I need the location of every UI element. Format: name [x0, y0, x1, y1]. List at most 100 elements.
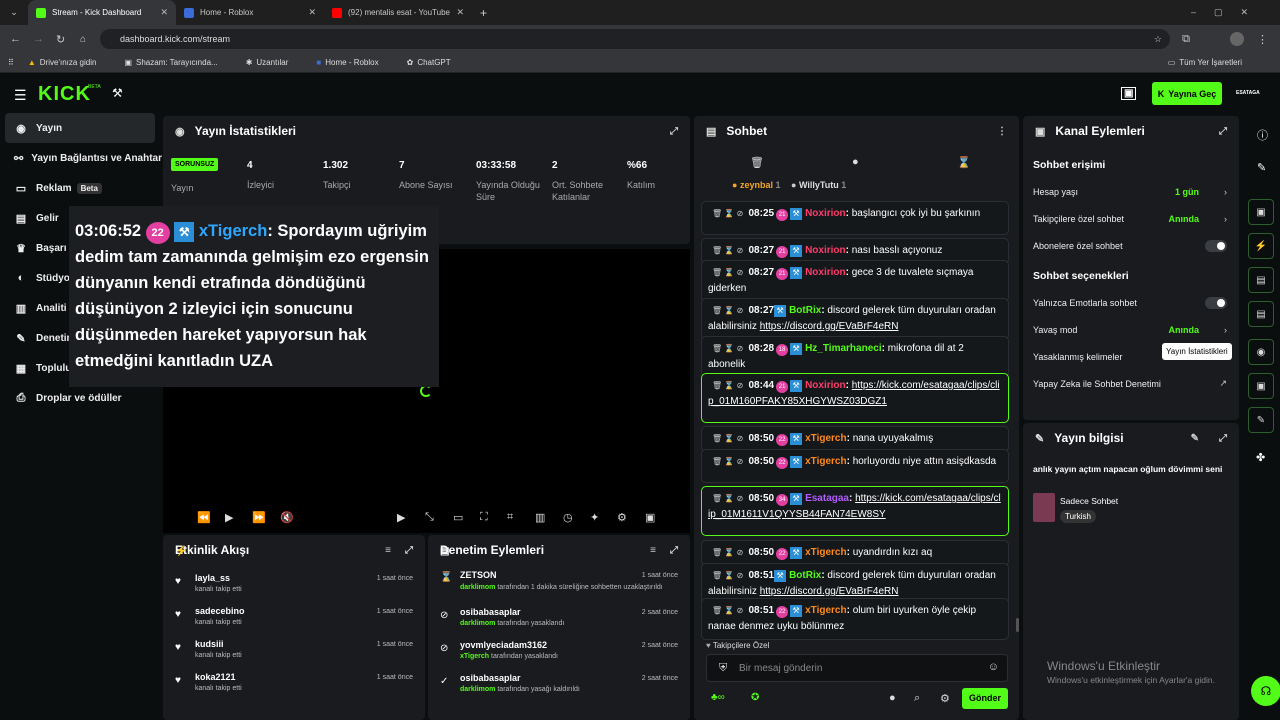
tab-roblox[interactable]: Home - Roblox ✕	[176, 0, 324, 25]
edit-icon[interactable]: ✎	[1191, 433, 1199, 444]
fast-forward-icon[interactable]: ⏩	[252, 511, 266, 524]
sidebar-item-label: Reklam	[36, 182, 72, 194]
emoji-icon[interactable]: ☺	[988, 661, 999, 673]
rail-button-chat[interactable]: ▤	[1248, 301, 1274, 327]
tab-title: Home - Roblox	[200, 8, 254, 17]
chat-icon: ▤	[706, 125, 717, 138]
hamburger-icon[interactable]: ☰	[14, 87, 27, 104]
sparkle-icon[interactable]: ✦	[590, 511, 599, 524]
rail-button-channel[interactable]: ▣	[1248, 373, 1274, 399]
expand-icon[interactable]: ⤢	[1219, 433, 1227, 444]
stats-overlay-icon[interactable]: ▥	[535, 511, 545, 524]
ai-moderation-row[interactable]: Yapay Zeka ile Sohbet Denetimi ↗	[1023, 370, 1239, 397]
close-icon[interactable]: ✕	[308, 7, 316, 18]
points-icon[interactable]: ♣∞	[711, 692, 725, 703]
sidebar-item-ads[interactable]: ▭ Reklam Beta	[0, 173, 160, 203]
rail-button-info[interactable]: ✎	[1248, 407, 1274, 433]
go-live-button[interactable]: K Yayına Geç	[1152, 82, 1222, 105]
forward-icon[interactable]: →	[33, 33, 44, 45]
trash-icon[interactable]: 🗑	[750, 156, 764, 169]
sidebar-item-stream-key[interactable]: ⚯ Yayın Bağlantısı ve Anahtar	[0, 143, 162, 173]
prediction-icon[interactable]: ✪	[751, 692, 759, 703]
theater-icon[interactable]: ▭	[453, 511, 463, 524]
expand-icon[interactable]: ⤢	[670, 545, 678, 556]
bookmark-star-icon[interactable]: ☆	[1154, 29, 1162, 49]
rail-button-activity[interactable]: ⚡	[1248, 233, 1274, 259]
filter-icon[interactable]: ≡	[385, 545, 391, 556]
user-menu[interactable]: ESATAGA	[1236, 90, 1260, 96]
camera-icon[interactable]: ▶	[397, 511, 405, 524]
expand-icon[interactable]: ⤢	[1219, 126, 1227, 137]
account-age-row[interactable]: Hesap yaşı 1 gün ›	[1023, 178, 1239, 205]
chat-bubble-icon[interactable]: ●	[889, 692, 896, 704]
rail-button-media[interactable]: ▣	[1248, 199, 1274, 225]
expand-icon[interactable]: ⤢	[405, 545, 413, 556]
message-link[interactable]: https://discord.gg/EVaBrF4eRN	[760, 586, 899, 597]
tab-search-icon[interactable]: ⌄	[0, 7, 28, 18]
layout-icon[interactable]: ▣	[645, 511, 655, 524]
rewind-icon[interactable]: ⏪	[197, 511, 211, 524]
rail-button-moderation[interactable]: ▤	[1248, 267, 1274, 293]
info-icon[interactable]: ⓘ	[1257, 127, 1268, 143]
home-icon[interactable]: ⌂	[80, 34, 86, 45]
apps-icon[interactable]: ⠿	[8, 58, 14, 67]
emotes-only-toggle[interactable]	[1205, 296, 1227, 309]
bookmark-chatgpt[interactable]: ✿ ChatGPT	[407, 58, 465, 67]
profile-avatar[interactable]	[1230, 32, 1244, 46]
reload-icon[interactable]: ↻	[56, 33, 65, 46]
tab-kick-dashboard[interactable]: Stream - Kick Dashboard ✕	[28, 0, 176, 25]
bookmark-extensions[interactable]: ✱ Uzantılar	[246, 58, 303, 67]
creator-icon[interactable]: ▣	[1121, 87, 1137, 100]
mod-action: tarafından yasaklandı	[495, 620, 565, 627]
extensions-icon[interactable]: ⧉	[1182, 33, 1190, 46]
menu-icon[interactable]: ⋮	[1257, 33, 1268, 46]
close-icon[interactable]: ✕	[456, 7, 464, 18]
bookmark-drive[interactable]: ▲ Drive'ınıza gidin	[28, 58, 111, 67]
fullscreen-icon[interactable]: ⛶	[480, 511, 488, 524]
chat-input[interactable]: ⛨ Bir mesaj gönderin ☺	[706, 654, 1008, 682]
crop-icon[interactable]: ⌗	[507, 511, 513, 524]
sidebar-item-drops[interactable]: ⎙ Droplar ve ödüller	[0, 383, 160, 413]
slow-mode-row[interactable]: Yavaş mod Anında ›	[1023, 316, 1239, 343]
tab-youtube[interactable]: (92) mentalis esat - YouTube ✕	[324, 0, 472, 25]
drive-icon: ▲	[27, 58, 36, 67]
new-tab-icon[interactable]: +	[480, 6, 487, 20]
url-field[interactable]: dashboard.kick.com/stream ☆	[100, 29, 1170, 49]
expand-icon[interactable]: ⤢	[670, 126, 678, 137]
help-chat-button[interactable]: ☊	[1251, 676, 1280, 706]
play-icon[interactable]: ▶	[225, 511, 233, 524]
puzzle-icon[interactable]: ✤	[1256, 451, 1265, 464]
close-icon[interactable]: ✕	[160, 7, 168, 18]
row-label: Takipçilere özel sohbet	[1033, 213, 1125, 224]
sidebar-item-stream[interactable]: ◉ Yayın	[5, 113, 155, 143]
all-bookmarks[interactable]: ▭ Tüm Yer İşaretleri	[1168, 58, 1256, 67]
message-time: 08:27	[748, 267, 775, 278]
search-icon[interactable]: ⌕	[914, 692, 920, 705]
rail-button-stats[interactable]: ◉	[1248, 339, 1274, 365]
back-icon[interactable]: ←	[10, 33, 21, 45]
message-time: 08:50	[748, 547, 775, 558]
send-button[interactable]: Gönder	[962, 688, 1008, 709]
row-label: Yalnızca Emotlarla sohbet	[1033, 297, 1137, 308]
clock-icon[interactable]: ◷	[563, 511, 573, 524]
chat-scrollbar[interactable]	[1016, 618, 1019, 632]
mod-badge-icon: ⚒	[790, 547, 803, 559]
bookmark-roblox[interactable]: ■ Home - Roblox	[316, 58, 392, 67]
gift-icon: ⎙	[16, 391, 26, 404]
kick-logo[interactable]: KICK	[38, 83, 91, 106]
filter-icon[interactable]: ≡	[650, 545, 656, 556]
speech-icon[interactable]: ●	[852, 156, 859, 168]
message-link[interactable]: https://discord.gg/EVaBrF4eRN	[760, 321, 899, 332]
hammer-icon[interactable]: ⚒	[112, 86, 123, 100]
bookmark-shazam[interactable]: ▣ Shazam: Tarayıcında...	[124, 58, 231, 67]
mute-icon[interactable]: 🔇	[280, 511, 294, 524]
settings-icon[interactable]: ⚙	[617, 511, 627, 524]
followers-only-row[interactable]: Takipçilere özel sohbet Anında ›	[1023, 205, 1239, 232]
kebab-menu-icon[interactable]: ⋮	[997, 126, 1007, 137]
resize-icon[interactable]: ⤡	[425, 511, 434, 524]
settings-icon[interactable]: ⚙	[940, 692, 950, 705]
hourglass-icon[interactable]: ⌛	[957, 156, 971, 169]
window-controls[interactable]: –▢✕	[1191, 7, 1266, 18]
edit-icon[interactable]: ✎	[1257, 161, 1266, 174]
subs-only-toggle[interactable]	[1205, 239, 1227, 252]
